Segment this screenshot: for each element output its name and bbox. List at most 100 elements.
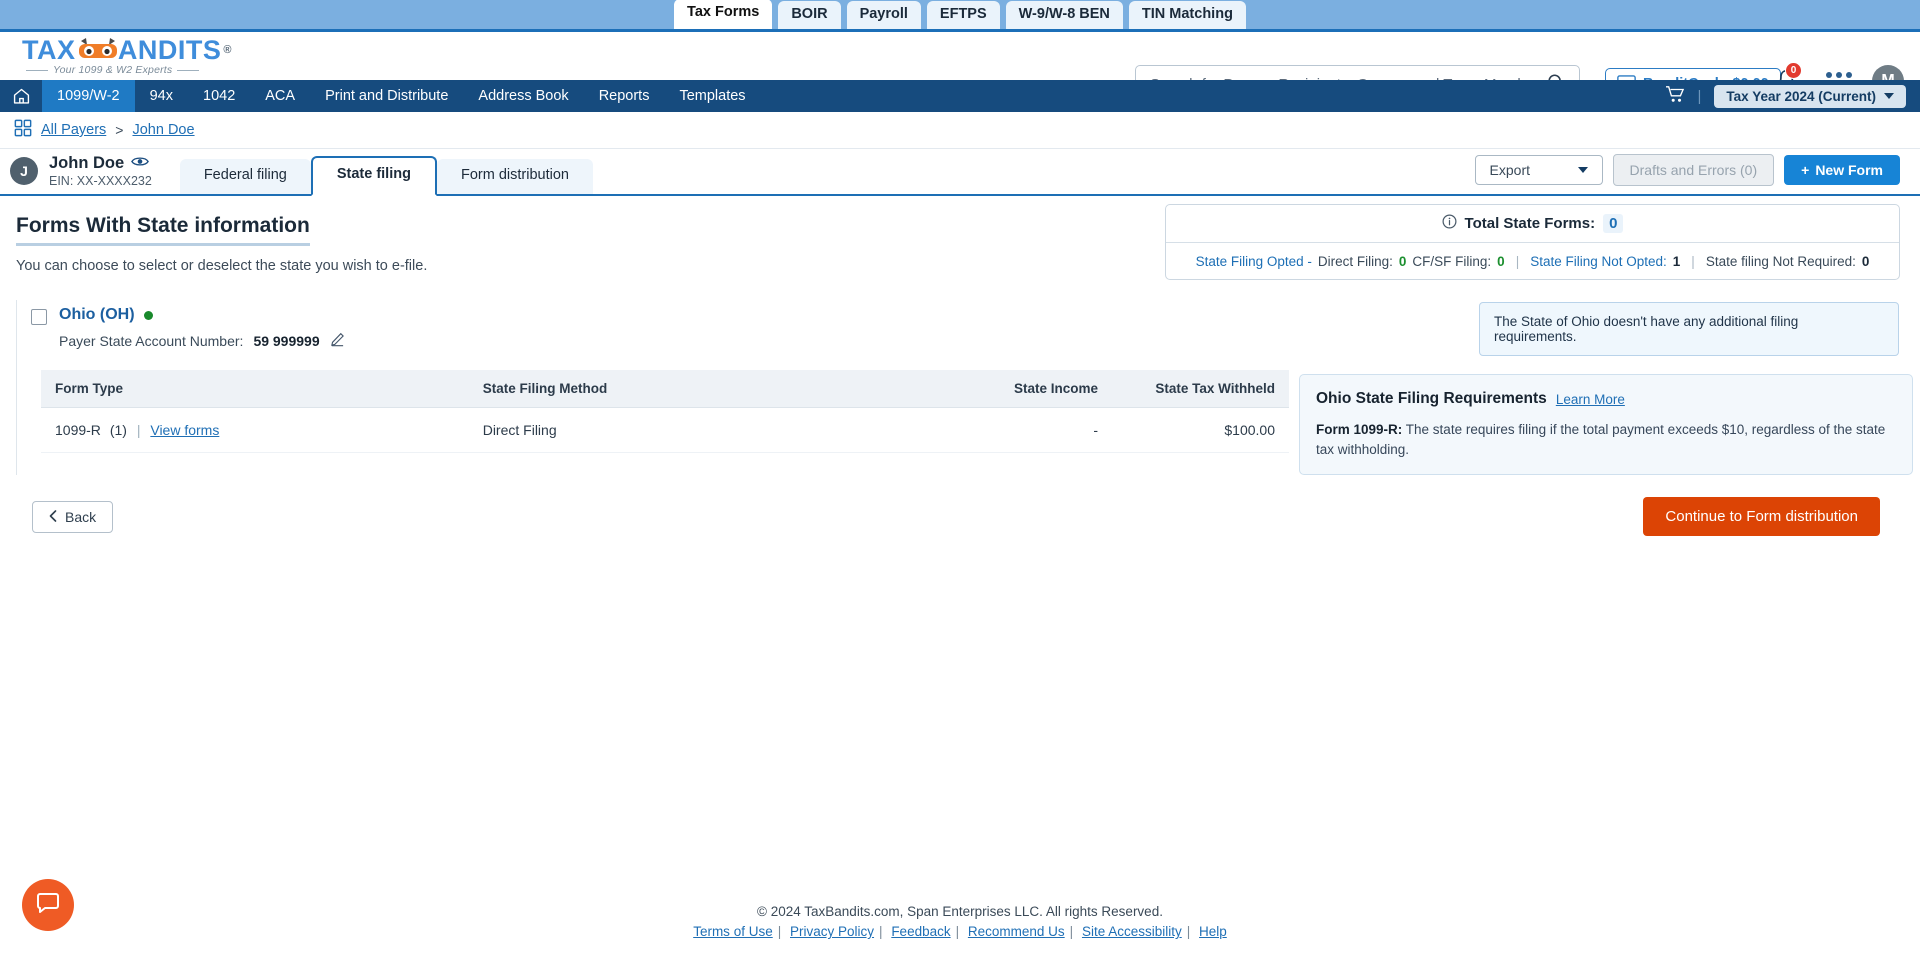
requirements-body-text: The state requires filing if the total p… (1316, 422, 1886, 457)
state-filing-opted-label[interactable]: State Filing Opted - (1196, 254, 1312, 269)
product-tab-label: BOIR (791, 5, 828, 22)
product-tab-boir[interactable]: BOIR (778, 0, 841, 29)
tab-federal-filing[interactable]: Federal filing (179, 159, 311, 194)
logo-tagline: Your 1099 & W2 Experts (26, 64, 232, 76)
nav-item-1099-w2[interactable]: 1099/W-2 (42, 80, 135, 112)
cell-state-income: - (954, 407, 1113, 453)
footer-separator: | (1186, 924, 1191, 939)
learn-more-link[interactable]: Learn More (1556, 392, 1625, 407)
footer-links: Terms of Use | Privacy Policy | Feedback | … (0, 924, 1920, 939)
table-body: 1099-R (1) | View forms Direct Filing - … (41, 407, 1289, 453)
back-button[interactable]: Back (32, 500, 114, 533)
nav-item-address-book[interactable]: Address Book (463, 80, 583, 112)
state-header: Ohio (OH) Payer State Account Number: 59… (17, 300, 1289, 350)
tax-year-selector[interactable]: Tax Year 2024 (Current) (1714, 84, 1906, 108)
footer-link-site-accessibility[interactable]: Site Accessibility (1082, 924, 1182, 939)
nav-item-reports[interactable]: Reports (584, 80, 665, 112)
product-tab-tax-forms[interactable]: Tax Forms (674, 0, 773, 29)
footer-separator: | (955, 924, 960, 939)
new-form-button[interactable]: + New Form (1784, 155, 1900, 185)
logo-text-right: ANDITS (117, 34, 222, 65)
requirements-title-text: Ohio State Filing Requirements (1316, 390, 1547, 407)
total-state-forms-label: Total State Forms: (1464, 215, 1596, 232)
grid-icon[interactable] (14, 119, 32, 142)
payer-bar: J John Doe EIN: XX-XXXX232 Federal filin… (0, 148, 1920, 196)
tab-form-distribution[interactable]: Form distribution (436, 159, 593, 194)
eye-icon[interactable] (131, 154, 150, 173)
form-count: (1) (109, 422, 127, 438)
requirements-title: Ohio State Filing Requirements Learn Mor… (1316, 390, 1896, 408)
requirements-body: Form 1099-R: The state requires filing i… (1316, 420, 1896, 459)
nav-divider: | (1697, 87, 1702, 105)
product-tab-label: Tax Forms (687, 3, 760, 20)
page-title: Forms With State information (16, 214, 310, 246)
logo-text-left: TAX (22, 34, 76, 65)
payer-state-account-number: Payer State Account Number: 59 999999 (59, 332, 345, 350)
bandit-mask-icon (77, 38, 117, 61)
nav-item-print-and-distribute[interactable]: Print and Distribute (310, 80, 463, 112)
export-button[interactable]: Export (1474, 155, 1603, 185)
footer-separator: | (879, 924, 883, 939)
plus-icon: + (1801, 162, 1810, 178)
nav-label: Address Book (478, 88, 569, 104)
footer-link-privacy-policy[interactable]: Privacy Policy (790, 924, 874, 939)
tab-state-filing[interactable]: State filing (310, 156, 437, 196)
footer-link-recommend-us[interactable]: Recommend Us (968, 924, 1065, 939)
breadcrumb-all-payers[interactable]: All Payers (41, 122, 106, 138)
state-section: Ohio (OH) Payer State Account Number: 59… (16, 300, 1913, 476)
cfsf-filing-value: 0 (1497, 253, 1505, 269)
payer-name-text: John Doe (49, 154, 125, 172)
export-label: Export (1489, 162, 1530, 178)
footer-action-row: Back Continue to Form distribution (16, 475, 1900, 537)
payer-ein: EIN: XX-XXXX232 (49, 174, 152, 188)
state-checkbox[interactable] (31, 309, 47, 325)
direct-filing-value: 0 (1398, 253, 1407, 269)
logo[interactable]: TAX ANDITS ® Your 1099 & W2 Experts (22, 34, 232, 76)
state-filing-not-opted-label[interactable]: State Filing Not Opted: (1530, 254, 1667, 269)
nav-label: 94x (149, 88, 173, 104)
cart-icon[interactable] (1665, 85, 1685, 108)
requirements-form-label: Form 1099-R: (1316, 422, 1403, 437)
state-info-column: The State of Ohio doesn't have any addit… (1299, 300, 1913, 476)
home-icon[interactable] (0, 80, 42, 112)
footer-link-help[interactable]: Help (1199, 924, 1227, 939)
new-form-label: New Form (1815, 162, 1883, 178)
nav-label: Reports (598, 88, 650, 104)
nav-item-1042[interactable]: 1042 (188, 80, 250, 112)
state-filing-not-required-value: 0 (1861, 253, 1870, 269)
footer-copyright: © 2024 TaxBandits.com, Span Enterprises … (757, 904, 1163, 919)
payer-avatar: J (10, 157, 38, 185)
product-tab-label: EFTPS (939, 5, 987, 22)
page-content: Forms With State information You can cho… (0, 196, 1920, 537)
footer-separator: | (777, 924, 782, 939)
nav-item-aca[interactable]: ACA (250, 80, 310, 112)
state-details-column: Ohio (OH) Payer State Account Number: 59… (16, 300, 1289, 476)
column-form-type: Form Type (41, 370, 469, 408)
view-forms-link[interactable]: View forms (150, 422, 219, 438)
breadcrumb-john-doe[interactable]: John Doe (132, 122, 194, 138)
product-tab-tin-matching[interactable]: TIN Matching (1128, 0, 1246, 29)
state-name[interactable]: Ohio (OH) (59, 306, 345, 324)
psan-value: 59 999999 (253, 333, 320, 349)
product-tab-eftps[interactable]: EFTPS (926, 0, 1000, 29)
nav-item-94x[interactable]: 94x (135, 80, 188, 112)
info-icon[interactable] (1442, 214, 1457, 233)
drafts-and-errors-button[interactable]: Drafts and Errors (0) (1612, 154, 1775, 186)
product-tab-w9-w8ben[interactable]: W-9/W-8 BEN (1005, 0, 1123, 29)
product-tab-payroll[interactable]: Payroll (846, 0, 921, 29)
notification-badge: 0 (1785, 62, 1802, 79)
state-filing-not-required-label: State filing Not Required: (1705, 253, 1856, 269)
tab-label: Federal filing (203, 167, 287, 184)
state-filing-not-opted-value: 1 (1672, 253, 1681, 269)
product-tab-label: Payroll (859, 5, 908, 22)
form-type-value: 1099-R (55, 422, 101, 438)
nav-item-templates[interactable]: Templates (664, 80, 760, 112)
table-header-row: Form Type State Filing Method State Inco… (41, 370, 1289, 408)
breadcrumb-separator: > (115, 122, 124, 138)
cell-state-tax-withheld: $100.00 (1112, 407, 1289, 453)
pencil-icon[interactable] (330, 332, 345, 350)
continue-to-form-distribution-button[interactable]: Continue to Form distribution (1643, 497, 1880, 537)
logo-tagline-text: Your 1099 & W2 Experts (53, 64, 173, 77)
footer-link-feedback[interactable]: Feedback (891, 924, 950, 939)
footer-link-terms-of-use[interactable]: Terms of Use (693, 924, 773, 939)
